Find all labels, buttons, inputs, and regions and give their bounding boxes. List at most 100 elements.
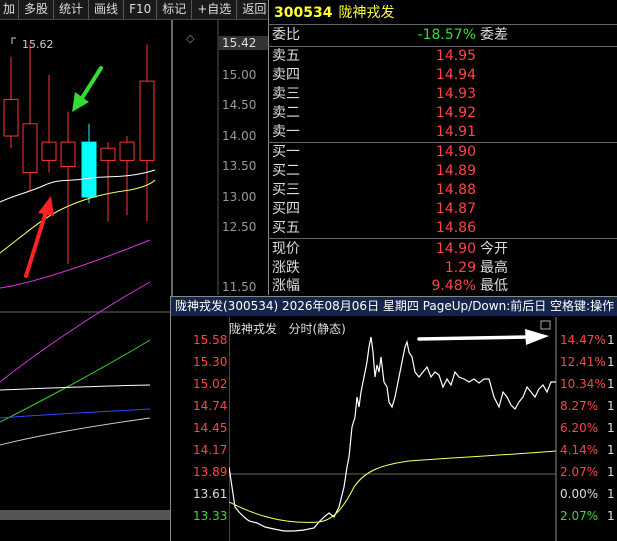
sell-3-row[interactable]: 卖三 14.93	[272, 85, 612, 104]
price-scale-label: 13.61	[193, 487, 228, 501]
price-scale-label: 13.33	[193, 509, 228, 523]
toolbar-draw-line-button[interactable]: 画线	[89, 0, 125, 19]
kline-scale-label: 15.00	[222, 68, 257, 82]
sell-5-row[interactable]: 卖五 14.95	[272, 47, 612, 66]
ma20-line	[0, 239, 151, 289]
indicator-gray-line	[0, 417, 151, 446]
popup-title-bar[interactable]: 陇神戎发(300534) 2026年08月06日 星期四 PageUp/Down…	[171, 297, 617, 316]
kline-scale-label: 14.50	[222, 98, 257, 112]
order-price: 14.90	[435, 144, 476, 160]
intraday-average-line	[229, 450, 557, 523]
order-level-label: 买一	[272, 144, 300, 160]
toolbar-multi-stock-button[interactable]: 多股	[19, 0, 55, 19]
pct-scale-label: 2.07%	[560, 465, 599, 479]
toolbar-back-button[interactable]: 返回	[237, 0, 271, 19]
price-scale-label: 14.74	[193, 399, 228, 413]
kline-scale-label: 13.50	[222, 159, 257, 173]
price-scale-label: 13.89	[193, 465, 228, 479]
buy-4-row[interactable]: 买四 14.87	[272, 200, 612, 219]
order-price: 14.91	[435, 124, 476, 140]
sell-1-row[interactable]: 卖一 14.91	[272, 123, 612, 142]
candle-body	[41, 141, 57, 161]
candle-body	[100, 147, 116, 161]
edge-scale-label: 1	[607, 465, 615, 479]
pct-scale-label: 12.41%	[560, 355, 606, 369]
intraday-popup-window[interactable]: 陇神戎发(300534) 2026年08月06日 星期四 PageUp/Down…	[170, 296, 617, 541]
price-scale-label: 15.58	[193, 333, 228, 347]
toolbar-add-watchlist-button[interactable]: +自选	[192, 0, 238, 19]
weibi-label: 委比	[272, 27, 300, 43]
edge-scale-label: 1	[607, 443, 615, 457]
stock-title: 300534 陇神戎发	[274, 2, 394, 22]
weibi-row: 委比 -18.57% 委差	[272, 26, 612, 45]
toolbar-mark-button[interactable]: 标记	[157, 0, 193, 19]
stock-name: 陇神戎发	[338, 5, 395, 21]
edge-scale-label: 1	[607, 355, 615, 369]
stat-right-label: 最低	[480, 278, 508, 294]
toolbar-stats-button[interactable]: 统计	[54, 0, 90, 19]
sell-4-row[interactable]: 卖四 14.94	[272, 66, 612, 85]
order-level-label: 卖一	[272, 124, 300, 140]
edge-scale-label: 1	[607, 399, 615, 413]
stat-label: 涨跌	[272, 260, 300, 276]
pct-scale-label: 4.14%	[560, 443, 599, 457]
pct-scale-label: 0.00%	[560, 487, 599, 501]
order-price: 14.95	[435, 48, 476, 64]
pct-scale-label: 14.47%	[560, 333, 606, 347]
order-price: 14.89	[435, 163, 476, 179]
toolbar-add-button[interactable]: 加	[0, 0, 20, 19]
current-price-row: 现价 14.90 今开	[272, 240, 612, 259]
candle-body	[119, 141, 135, 161]
buy-3-row[interactable]: 买三 14.88	[272, 181, 612, 200]
order-level-label: 卖四	[272, 67, 300, 83]
buy-1-row[interactable]: 买一 14.90	[272, 143, 612, 162]
price-scale-label: 15.02	[193, 377, 228, 391]
edge-scale-label: 1	[607, 421, 615, 435]
kline-high-label: 15.62	[22, 38, 54, 51]
indicator-green-line	[0, 339, 151, 423]
panel-divider	[268, 0, 269, 295]
stat-right-label: 最高	[480, 260, 508, 276]
ma10-line	[0, 179, 156, 254]
intraday-chart[interactable]	[229, 317, 557, 541]
order-level-label: 买四	[272, 201, 300, 217]
edge-scale-label: 1	[607, 487, 615, 501]
kline-current-price-box: 15.42	[219, 36, 268, 50]
toolbar-f10-button[interactable]: F10	[124, 0, 158, 19]
order-price: 14.88	[435, 182, 476, 198]
candle-body	[3, 98, 19, 137]
weibi-value: -18.57%	[417, 27, 476, 43]
price-scale-label: 14.45	[193, 421, 228, 435]
indicator-white-line	[0, 384, 151, 391]
price-scale-label: 15.30	[193, 355, 228, 369]
candle-body	[139, 80, 155, 161]
edge-scale-label: 1	[607, 377, 615, 391]
indicator-magenta-line	[0, 281, 151, 383]
buy-5-row[interactable]: 买五 14.86	[272, 219, 612, 238]
kline-scale-label: 11.50	[222, 280, 257, 294]
order-price: 14.87	[435, 201, 476, 217]
stat-right-label: 今开	[480, 241, 508, 257]
order-price: 14.92	[435, 105, 476, 121]
order-level-label: 买二	[272, 163, 300, 179]
kline-scale-label: 13.00	[222, 190, 257, 204]
order-price: 14.86	[435, 220, 476, 236]
change-row: 涨跌 1.29 最高	[272, 259, 612, 278]
intraday-price-line	[229, 336, 556, 532]
pct-scale-label: 6.20%	[560, 421, 599, 435]
edge-scale-label: 1	[607, 333, 615, 347]
stat-label: 现价	[272, 241, 300, 257]
order-level-label: 卖二	[272, 105, 300, 121]
order-level-label: 买五	[272, 220, 300, 236]
red-arrow-annotation	[24, 196, 54, 278]
buy-2-row[interactable]: 买二 14.89	[272, 162, 612, 181]
stat-value: 1.29	[444, 260, 476, 276]
sell-2-row[interactable]: 卖二 14.92	[272, 104, 612, 123]
order-level-label: 卖三	[272, 86, 300, 102]
order-price: 14.93	[435, 86, 476, 102]
weicha-label: 委差	[480, 27, 508, 43]
candle-body	[81, 141, 97, 198]
kline-scale-label: 14.00	[222, 129, 257, 143]
chart-toolbar: 加 多股 统计 画线 F10 标记 +自选 返回	[0, 0, 268, 20]
stat-value: 14.90	[435, 241, 476, 257]
